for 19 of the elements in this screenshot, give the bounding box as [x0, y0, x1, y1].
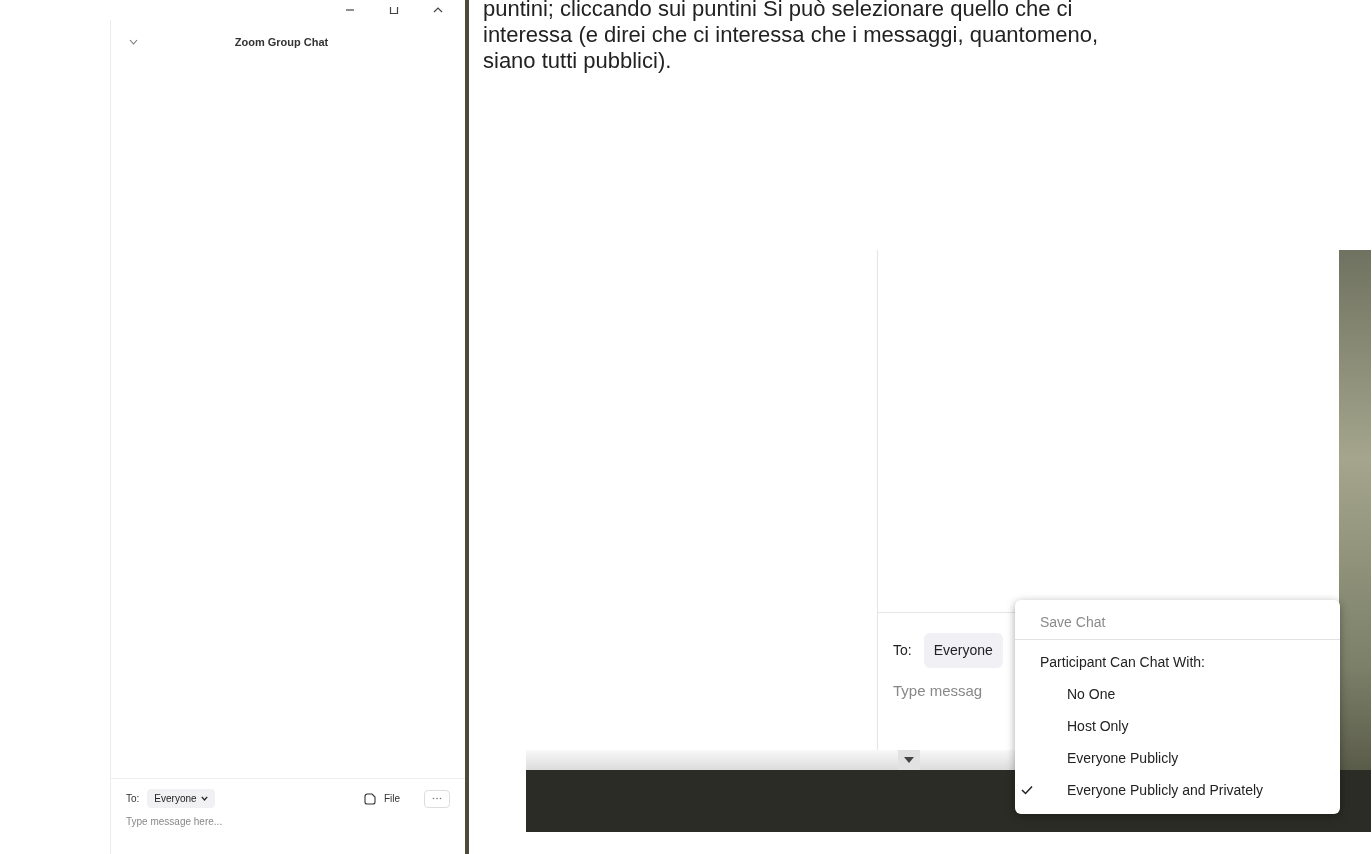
menu-item[interactable]: No One — [1015, 678, 1340, 710]
to-label: To: — [893, 641, 912, 660]
more-icon — [432, 797, 442, 800]
paragraph-text: puntini; cliccando sui puntini Si può selezionare quello che ci interessa (e direi che ci interessa che i messaggi, quantomeno, siano tutti pubblici). — [483, 0, 1100, 75]
menu-item[interactable]: Everyone Publicly and Privately — [1015, 774, 1340, 806]
menu-item[interactable]: Everyone Publicly — [1015, 742, 1340, 774]
maximize-icon[interactable] — [389, 5, 399, 15]
recipient-dropdown[interactable]: Everyone — [147, 789, 215, 808]
caret-down-icon[interactable] — [904, 757, 914, 763]
file-button[interactable]: File — [383, 791, 400, 806]
menu-header: Participant Can Chat With: — [1039, 652, 1206, 672]
window-title: Zoom Group Chat — [233, 34, 330, 50]
chevron-down-icon[interactable] — [129, 39, 138, 45]
file-icon — [363, 792, 376, 805]
menu-item[interactable]: Host Only — [1015, 710, 1340, 742]
recipient-dropdown[interactable]: Everyone — [923, 633, 1003, 668]
caret-icon — [200, 796, 208, 801]
to-label: To: — [126, 792, 140, 806]
chevron-up-icon[interactable] — [433, 5, 443, 15]
